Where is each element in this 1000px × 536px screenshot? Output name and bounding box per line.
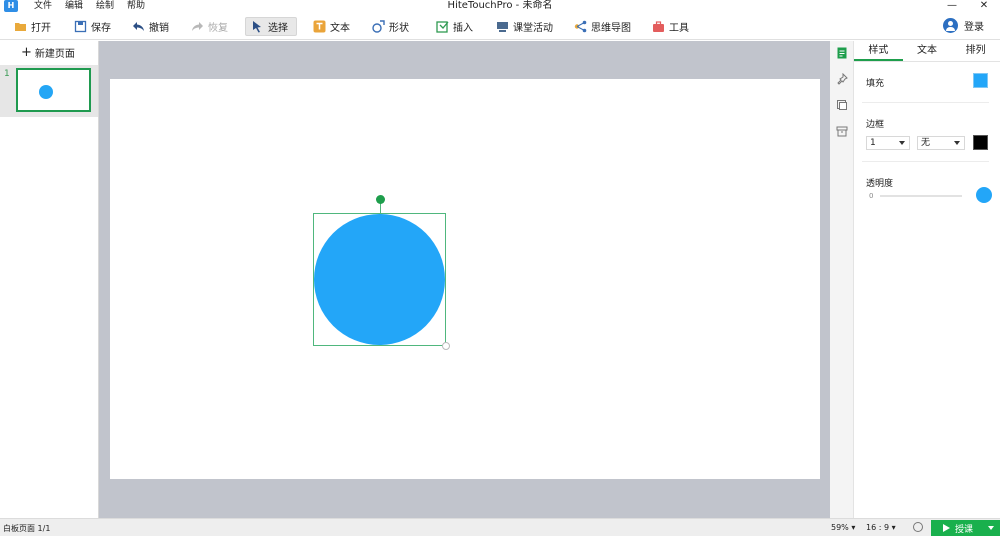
opacity-slider-handle[interactable] — [976, 187, 992, 203]
mind-map-label: 思维导图 — [591, 23, 631, 34]
save-button[interactable]: 保存 — [69, 17, 116, 36]
classroom-activity-label: 课堂活动 — [513, 23, 553, 34]
text-tool-label: 文本 — [330, 23, 350, 34]
pages-panel: + 新建页面 1 — [0, 41, 99, 518]
text-tool-button[interactable]: 文本 — [308, 17, 355, 36]
properties-tabs: 样式 文本 排列 — [854, 41, 1000, 62]
undo-icon — [132, 20, 145, 33]
new-page-label: 新建页面 — [34, 49, 75, 60]
app-logo-icon: H — [4, 0, 18, 12]
whiteboard-page[interactable] — [110, 79, 820, 479]
thumbnail-circle-shape — [39, 85, 53, 99]
select-arrow-icon — [251, 20, 264, 33]
menu-draw[interactable]: 绘制 — [96, 0, 114, 12]
page-info: 白板页面 1/1 — [3, 524, 51, 533]
shape-icon — [372, 20, 385, 33]
play-icon — [943, 524, 950, 532]
tools-button[interactable]: 工具 — [647, 17, 694, 36]
new-page-button[interactable]: + 新建页面 — [21, 44, 75, 61]
chevron-down-icon[interactable] — [988, 526, 994, 530]
border-style-value: 无 — [921, 138, 931, 148]
opacity-label: 透明度 — [866, 179, 894, 189]
save-icon — [74, 20, 87, 33]
chevron-down-icon — [899, 141, 905, 145]
divider — [862, 161, 989, 162]
page-thumbnail[interactable] — [16, 68, 91, 112]
window-title: HiteTouchPro - 未命名 — [447, 0, 553, 11]
menu-file[interactable]: 文件 — [34, 0, 52, 12]
title-bar: H 文件 编辑 绘制 帮助 HiteTouchPro - 未命名 — ✕ — [0, 0, 1000, 13]
page-thumbnail-row[interactable]: 1 — [0, 65, 98, 117]
divider — [862, 102, 989, 103]
zoom-select[interactable]: 59% ▾ — [831, 523, 855, 532]
mind-map-button[interactable]: 思维导图 — [569, 17, 636, 36]
border-label: 边框 — [866, 120, 885, 130]
select-tool-label: 选择 — [268, 23, 288, 34]
tools-label: 工具 — [669, 23, 689, 34]
rotate-handle[interactable] — [376, 195, 385, 204]
border-width-select[interactable]: 1 — [866, 136, 910, 150]
shape-tool-button[interactable]: 形状 — [367, 17, 414, 36]
redo-icon — [191, 20, 204, 33]
chevron-down-icon — [954, 141, 960, 145]
style-properties-icon[interactable] — [836, 47, 848, 59]
minimize-icon[interactable]: — — [936, 0, 968, 13]
aspect-ratio-select[interactable]: 16 : 9 ▾ — [866, 523, 896, 532]
pin-icon[interactable] — [836, 72, 848, 85]
undo-label: 撤销 — [149, 23, 169, 34]
layers-icon[interactable] — [836, 99, 848, 111]
zoom-value: 59% — [831, 523, 849, 532]
mind-map-icon — [574, 20, 587, 33]
classroom-activity-icon — [496, 20, 509, 33]
teach-label: 授课 — [955, 524, 974, 535]
classroom-activity-button[interactable]: 课堂活动 — [491, 17, 558, 36]
archive-icon[interactable] — [836, 125, 848, 137]
teach-button[interactable]: 授课 — [931, 520, 1000, 536]
properties-panel: 样式 文本 排列 填充 边框 1 无 透明度 0 — [854, 41, 1000, 518]
redo-label: 恢复 — [208, 23, 228, 34]
circle-shape[interactable] — [314, 214, 445, 345]
page-number: 1 — [4, 69, 10, 79]
property-icon-strip — [830, 41, 854, 518]
selection-box[interactable] — [313, 195, 450, 350]
menu-help[interactable]: 帮助 — [127, 0, 145, 12]
close-icon[interactable]: ✕ — [968, 0, 1000, 13]
redo-button[interactable]: 恢复 — [186, 17, 233, 36]
tab-style[interactable]: 样式 — [854, 41, 903, 61]
login-label: 登录 — [964, 22, 984, 33]
status-bar: 白板页面 1/1 59% ▾ 16 : 9 ▾ 授课 — [0, 518, 1000, 536]
save-label: 保存 — [91, 23, 111, 34]
select-tool-button[interactable]: 选择 — [245, 17, 297, 36]
tab-text[interactable]: 文本 — [903, 41, 952, 61]
fill-label: 填充 — [866, 79, 885, 89]
aspect-ratio-value: 16 : 9 — [866, 523, 890, 532]
insert-label: 插入 — [453, 23, 473, 34]
insert-icon — [436, 20, 449, 33]
user-avatar-icon — [943, 18, 958, 33]
insert-button[interactable]: 插入 — [431, 17, 478, 36]
main-toolbar: 打开 保存 撤销 恢复 选择 文本 形状 插入 课堂活动 思维导图 工具 登录 — [0, 13, 1000, 40]
tab-arrange[interactable]: 排列 — [951, 41, 1000, 61]
border-style-select[interactable]: 无 — [917, 136, 965, 150]
text-icon — [313, 20, 326, 33]
menu-bar: 文件 编辑 绘制 帮助 — [34, 0, 145, 12]
undo-button[interactable]: 撤销 — [127, 17, 174, 36]
border-width-value: 1 — [870, 138, 876, 148]
plus-icon: + — [21, 44, 32, 60]
login-button[interactable]: 登录 — [943, 18, 984, 33]
window-controls: — ✕ — [936, 0, 1000, 13]
toolbox-icon — [652, 20, 665, 33]
opacity-slider-track[interactable] — [880, 195, 962, 197]
border-color-picker[interactable] — [973, 135, 988, 150]
fullscreen-icon[interactable] — [913, 522, 923, 532]
resize-handle[interactable] — [442, 342, 450, 350]
open-button[interactable]: 打开 — [9, 17, 56, 36]
opacity-value: 0 — [869, 192, 874, 200]
canvas-workspace — [99, 41, 830, 518]
shape-tool-label: 形状 — [389, 23, 409, 34]
open-label: 打开 — [31, 23, 51, 34]
folder-icon — [14, 20, 27, 33]
fill-color-picker[interactable] — [973, 73, 988, 88]
menu-edit[interactable]: 编辑 — [65, 0, 83, 12]
